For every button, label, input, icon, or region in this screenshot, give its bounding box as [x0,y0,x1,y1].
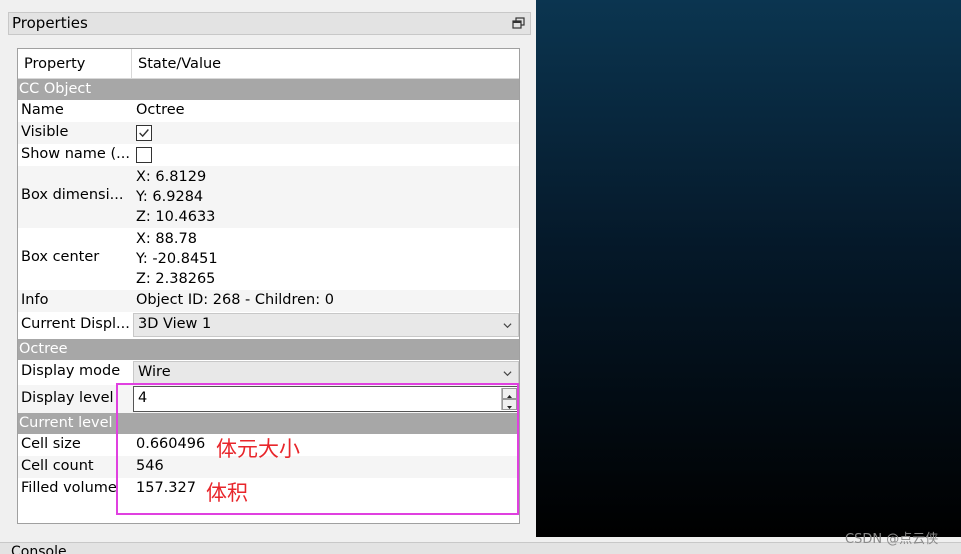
show-name-checkbox[interactable] [136,147,152,163]
select-value: Wire [138,364,171,380]
console-panel-header[interactable]: Console [0,542,961,554]
row-label: Visible [21,124,69,140]
visible-checkbox[interactable] [136,125,152,141]
column-header-property[interactable]: Property [18,49,132,79]
annotation-highlight-box [116,383,519,515]
box-center-x: X: 88.78 [136,231,197,247]
box-dim-x: X: 6.8129 [136,169,207,185]
properties-panel: Properties Property State/Value CC Objec… [0,0,536,554]
row-display-mode: Display mode Wire [18,360,519,385]
box-center-y: Y: -20.8451 [136,251,218,267]
column-header-value[interactable]: State/Value [132,49,519,79]
row-label: Filled volume [21,480,117,496]
float-panel-icon[interactable] [512,17,525,30]
annotation-cell-size: 体元大小 [216,437,300,461]
box-center-z: Z: 2.38265 [136,271,216,287]
current-display-select[interactable]: 3D View 1 [133,313,519,337]
row-info[interactable]: Info Object ID: 268 - Children: 0 [18,290,519,312]
3d-viewport[interactable] [536,0,961,537]
row-value: Octree [136,102,185,118]
row-label: Display mode [21,363,121,379]
section-octree[interactable]: Octree [18,339,519,360]
console-title: Console [11,544,67,554]
row-visible: Visible [18,122,519,144]
row-label: Show name (... [21,146,130,162]
row-label: Box dimensi... [21,187,124,203]
row-box-dimensions[interactable]: Box dimensi... X: 6.8129 Y: 6.9284 Z: 10… [18,166,519,228]
row-label: Info [21,292,49,308]
row-name[interactable]: Name Octree [18,100,519,122]
row-box-center[interactable]: Box center X: 88.78 Y: -20.8451 Z: 2.382… [18,228,519,290]
select-value: 3D View 1 [138,316,212,332]
properties-title-bar[interactable]: Properties [8,12,531,35]
row-value: Object ID: 268 - Children: 0 [136,292,334,308]
row-label: Display level [21,390,114,406]
annotation-volume: 体积 [206,481,248,505]
display-mode-select[interactable]: Wire [133,361,519,385]
box-dim-z: Z: 10.4633 [136,209,216,225]
row-label: Current Displ... [21,316,130,332]
section-cc-object[interactable]: CC Object [18,79,519,100]
row-label: Name [21,102,64,118]
row-current-display: Current Displ... 3D View 1 [18,312,519,338]
row-label: Box center [21,249,100,265]
chevron-down-icon [503,323,512,329]
box-dim-y: Y: 6.9284 [136,189,204,205]
panel-title: Properties [12,14,88,32]
chevron-down-icon [503,371,512,377]
row-label: Cell size [21,436,81,452]
checkmark-icon [139,129,149,138]
watermark-text: CSDN @点云侠 [845,532,939,547]
row-show-name: Show name (... [18,144,519,166]
row-label: Cell count [21,458,94,474]
